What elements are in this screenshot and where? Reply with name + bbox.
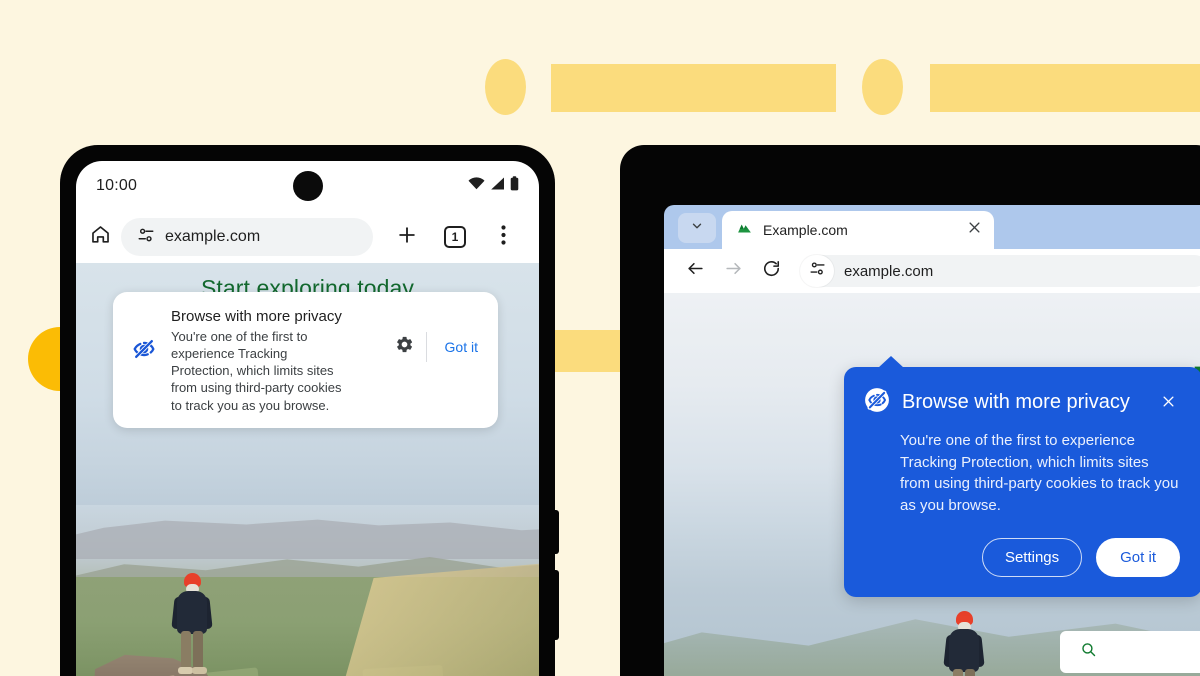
- hiker-leg-left: [953, 669, 963, 676]
- tablet-screen: Example.com example.com Browse with more…: [664, 205, 1200, 676]
- arrow-back-icon: [686, 259, 705, 283]
- bubble-body-text: You're one of the first to experience Tr…: [900, 432, 1179, 514]
- bubble-arrow: [878, 356, 904, 368]
- hiker-leg-right: [965, 669, 975, 676]
- tune-site-settings-icon: [809, 260, 826, 282]
- battery-icon: [510, 176, 519, 196]
- eye-off-icon: [131, 336, 157, 367]
- phone-status-bar: 10:00: [76, 161, 539, 211]
- cell-signal-icon: [490, 177, 505, 195]
- tablet-toolbar: example.com: [664, 249, 1200, 293]
- bubble-actions: Settings Got it: [864, 538, 1180, 578]
- front-camera-punch-hole: [292, 171, 323, 201]
- home-button[interactable]: [90, 224, 111, 250]
- bubble-title: Browse with more privacy: [902, 391, 1130, 413]
- hiker-illustration: [943, 611, 986, 676]
- tune-site-settings-icon[interactable]: [137, 226, 155, 249]
- tab-count-badge: 1: [444, 226, 466, 248]
- phone-toolbar: example.com 1: [76, 211, 539, 263]
- phone-screen: 10:00 example.com 1 Start exploring toda…: [76, 161, 539, 676]
- site-info-button[interactable]: [800, 255, 834, 287]
- wifi-icon: [468, 177, 485, 195]
- hiker-shoe-right: [192, 667, 207, 674]
- phone-side-button-power[interactable]: [553, 570, 559, 640]
- decorative-bar-2: [930, 64, 1200, 112]
- phone-address-bar[interactable]: example.com: [121, 218, 373, 256]
- tablet-page-search-box[interactable]: [1060, 631, 1200, 673]
- arrow-forward-icon: [724, 259, 743, 283]
- eye-off-icon: [864, 387, 890, 418]
- plus-icon: [396, 224, 418, 251]
- card-title: Browse with more privacy: [171, 308, 342, 325]
- card-icon-slot: [127, 308, 161, 367]
- browser-tab[interactable]: Example.com: [722, 211, 994, 249]
- landscape-illustration: [76, 505, 539, 676]
- back-button[interactable]: [678, 254, 712, 288]
- tab-title: Example.com: [763, 222, 848, 238]
- hiker-illustration: [171, 573, 213, 675]
- tablet-device: Example.com example.com Browse with more…: [620, 145, 1200, 676]
- tracking-protection-bubble: Browse with more privacy You're one of t…: [844, 356, 1200, 598]
- card-divider: [425, 332, 427, 362]
- search-icon: [1080, 641, 1097, 663]
- chevron-down-icon: [690, 219, 704, 238]
- tablet-url-text: example.com: [844, 262, 934, 280]
- hiker-body: [177, 591, 207, 634]
- status-clock: 10:00: [96, 177, 138, 194]
- decorative-ellipse-2: [862, 59, 903, 115]
- menu-button[interactable]: [479, 224, 527, 250]
- tab-switcher-button[interactable]: 1: [431, 226, 479, 248]
- phone-device: 10:00 example.com 1 Start exploring toda…: [60, 145, 559, 676]
- bubble-header: Browse with more privacy: [864, 387, 1180, 418]
- phone-url-text: example.com: [165, 228, 261, 245]
- tab-search-chevron-button[interactable]: [678, 213, 716, 243]
- new-tab-button[interactable]: [383, 224, 431, 251]
- hiker-leg-left: [181, 631, 191, 669]
- settings-button[interactable]: Settings: [981, 538, 1083, 578]
- home-icon: [90, 224, 111, 250]
- card-text-block: Browse with more privacy You're one of t…: [171, 308, 385, 414]
- close-icon[interactable]: [967, 220, 982, 240]
- more-vertical-icon: [500, 224, 506, 250]
- gear-icon[interactable]: [395, 335, 414, 359]
- tracking-protection-card: Browse with more privacy You're one of t…: [113, 292, 498, 428]
- scene-root: Example.com example.com Browse with more…: [0, 0, 1200, 676]
- forward-button[interactable]: [716, 254, 750, 288]
- hiker-body: [949, 629, 979, 672]
- hiker-leg-right: [193, 631, 203, 669]
- mountain-favicon: [736, 219, 753, 241]
- card-body-text: You're one of the first to experience Tr…: [171, 329, 342, 413]
- hiker-shoe-left: [178, 667, 193, 674]
- got-it-button[interactable]: Got it: [1096, 538, 1180, 578]
- status-icons: [468, 176, 519, 196]
- reload-icon: [762, 259, 781, 283]
- tablet-address-bar[interactable]: example.com: [800, 255, 1200, 287]
- decorative-bar-1: [551, 64, 836, 112]
- decorative-ellipse-1: [485, 59, 526, 115]
- card-actions: Got it: [395, 308, 484, 362]
- close-icon[interactable]: [1157, 390, 1180, 416]
- tablet-tab-strip: Example.com: [664, 205, 1200, 249]
- reload-button[interactable]: [754, 254, 788, 288]
- phone-side-button-volume[interactable]: [553, 510, 559, 554]
- got-it-button[interactable]: Got it: [439, 335, 484, 359]
